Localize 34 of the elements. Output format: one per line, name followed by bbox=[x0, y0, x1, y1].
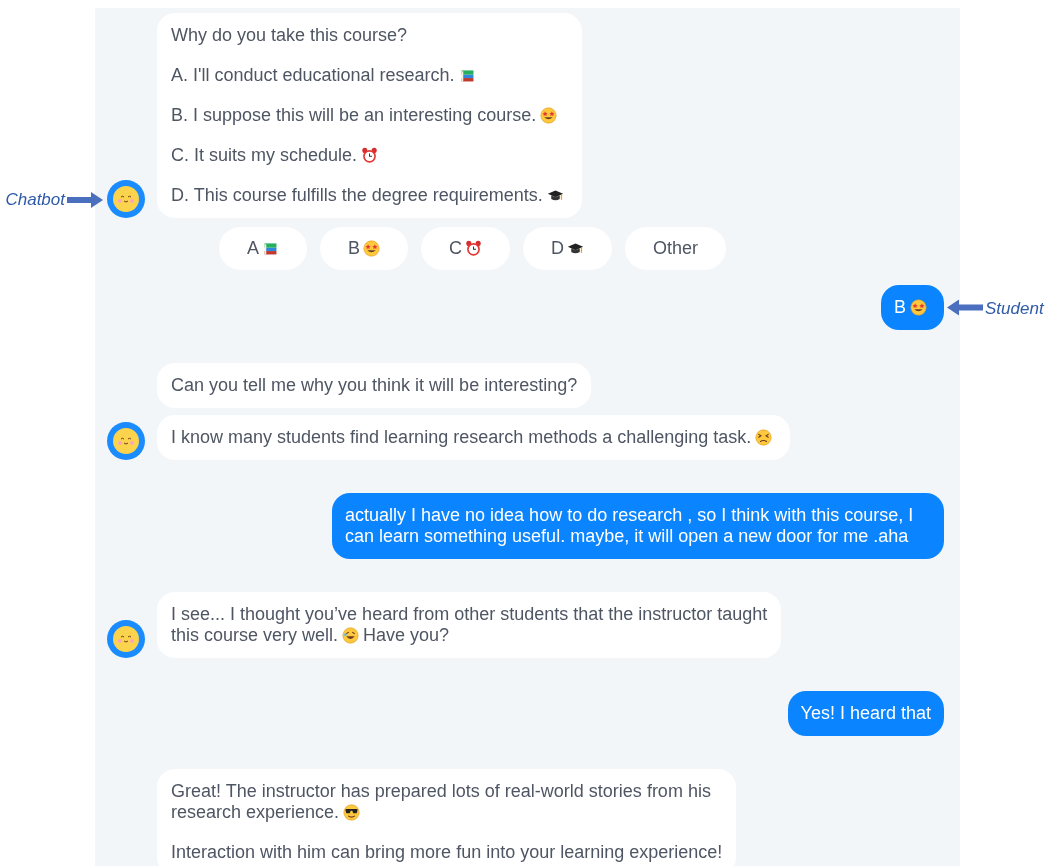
quick-reply-button[interactable]: Other bbox=[625, 227, 727, 270]
star-eyes-face-icon bbox=[540, 107, 558, 124]
message-text: Can you tell me why you think it will be interesting? bbox=[171, 375, 578, 396]
alarm-clock-icon bbox=[465, 240, 483, 257]
laughing-face-icon bbox=[342, 627, 360, 644]
arrow-icon bbox=[67, 192, 103, 208]
message-text: B bbox=[894, 297, 906, 318]
sunglasses-face-icon bbox=[343, 804, 361, 821]
message-text: research experience. bbox=[171, 802, 340, 823]
star-eyes-face-icon bbox=[910, 299, 927, 316]
quick-reply-button[interactable]: C bbox=[421, 227, 511, 270]
quick-reply-button[interactable]: D bbox=[523, 227, 613, 270]
message-text: A. I'll conduct educational research. bbox=[171, 65, 455, 86]
quick-reply-button[interactable]: B bbox=[320, 227, 409, 270]
annotation-label: Chatbot bbox=[5, 190, 65, 210]
message-text: this course very well. bbox=[171, 625, 339, 646]
message-text: Great! The instructor has prepared lots of real-world stories from his bbox=[171, 781, 711, 802]
message-text: Interaction with him can bring more fun into your learning experience! bbox=[171, 842, 723, 863]
quick-reply-button[interactable]: A bbox=[219, 227, 307, 270]
message-text: Why do you take this course? bbox=[171, 25, 408, 46]
annotation-label: Student bbox=[985, 297, 1044, 318]
arrow-icon bbox=[947, 299, 983, 316]
message-text: I know many students find learning research methods a challenging task. bbox=[171, 427, 752, 448]
squinting-face-icon bbox=[755, 429, 773, 446]
message-text: B. I suppose this will be an interesting course. bbox=[171, 105, 537, 126]
books-icon bbox=[262, 240, 279, 257]
message-text: actually I have no idea how to do research , so I think with this course, I can learn something useful. maybe, it will open a new door for me .aha bbox=[345, 505, 915, 547]
message-text: I see... I thought you’ve heard from other students that the instructor taught bbox=[171, 604, 768, 625]
message-text: D. This course fulfills the degree requirements. bbox=[171, 185, 543, 206]
message-text: Have you? bbox=[363, 625, 450, 646]
message-text: C. It suits my schedule. bbox=[171, 145, 358, 166]
star-eyes-face-icon bbox=[363, 240, 381, 257]
message-text: Yes! I heard that bbox=[800, 703, 931, 724]
alarm-clock-icon bbox=[361, 147, 379, 164]
